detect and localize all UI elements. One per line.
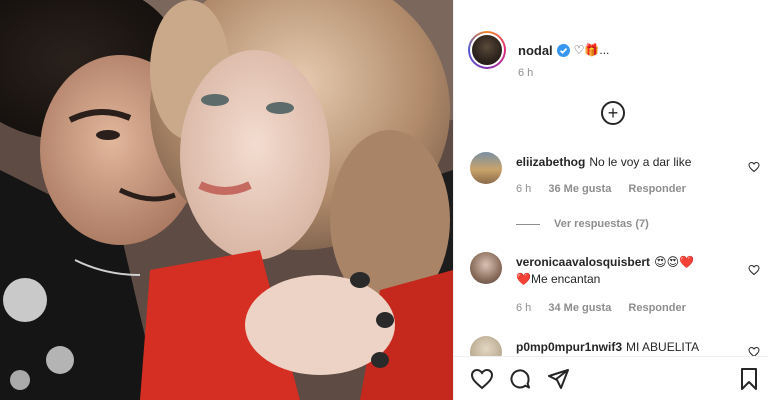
comment-text: MI ABUELITA [626, 340, 700, 354]
commenter-avatar[interactable] [470, 252, 502, 284]
comment-text: No le voy a dar like [589, 155, 692, 169]
post-photo[interactable] [0, 0, 453, 400]
commenter-username[interactable]: eliizabethog [516, 155, 585, 169]
comment-time: 6 h [516, 183, 532, 195]
bookmark-icon[interactable] [737, 367, 761, 391]
comment-item: p0mp0mpur1nwif3 MI ABUELITA [470, 336, 760, 356]
comment-item: veronicaavalosquisbert 😍😍❤️ ❤️Me encantan… [470, 252, 760, 322]
post-action-bar [454, 356, 768, 400]
comment-heart-icon[interactable] [748, 161, 760, 173]
verified-badge-icon [556, 43, 570, 57]
reply-button[interactable]: Responder [628, 302, 685, 314]
commenter-avatar[interactable] [470, 336, 502, 356]
post-timestamp: 6 h [518, 67, 534, 79]
author-username[interactable]: nodal [518, 43, 553, 58]
replies-divider [516, 223, 540, 225]
instagram-post-view: nodal ♡🎁... 6 h + eliizabethog No le voy … [0, 0, 768, 400]
plus-circle-icon[interactable]: + [601, 101, 625, 125]
post-caption: ♡🎁... [573, 43, 610, 57]
comment-likes[interactable]: 34 Me gusta [548, 302, 611, 314]
comment-likes[interactable]: 36 Me gusta [548, 183, 611, 195]
comment-time: 6 h [516, 302, 532, 314]
view-replies-label: Ver respuestas (7) [554, 218, 649, 230]
comment-heart-icon[interactable] [748, 264, 760, 276]
comment-icon[interactable] [508, 367, 532, 391]
photo-illustration [0, 0, 453, 400]
send-icon[interactable] [546, 367, 570, 391]
comment-item: eliizabethog No le voy a dar like 6 h 36 … [470, 152, 760, 212]
heart-icon[interactable] [470, 367, 494, 391]
reply-button[interactable]: Responder [628, 183, 685, 195]
comment-meta: 6 h 34 Me gusta Responder [516, 300, 736, 317]
comment-text-line2: ❤️Me encantan [516, 272, 601, 286]
view-replies-button[interactable]: Ver respuestas (7) [516, 218, 649, 230]
comment-text-line1: 😍😍❤️ [654, 255, 695, 269]
author-avatar[interactable] [468, 31, 506, 69]
post-sidebar: nodal ♡🎁... 6 h + eliizabethog No le voy … [453, 0, 768, 400]
comment-meta: 6 h 36 Me gusta Responder [516, 181, 736, 198]
commenter-username[interactable]: p0mp0mpur1nwif3 [516, 340, 622, 354]
post-header: nodal ♡🎁... [468, 28, 609, 72]
commenter-username[interactable]: veronicaavalosquisbert [516, 255, 650, 269]
commenter-avatar[interactable] [470, 152, 502, 184]
comment-heart-icon[interactable] [748, 346, 760, 356]
